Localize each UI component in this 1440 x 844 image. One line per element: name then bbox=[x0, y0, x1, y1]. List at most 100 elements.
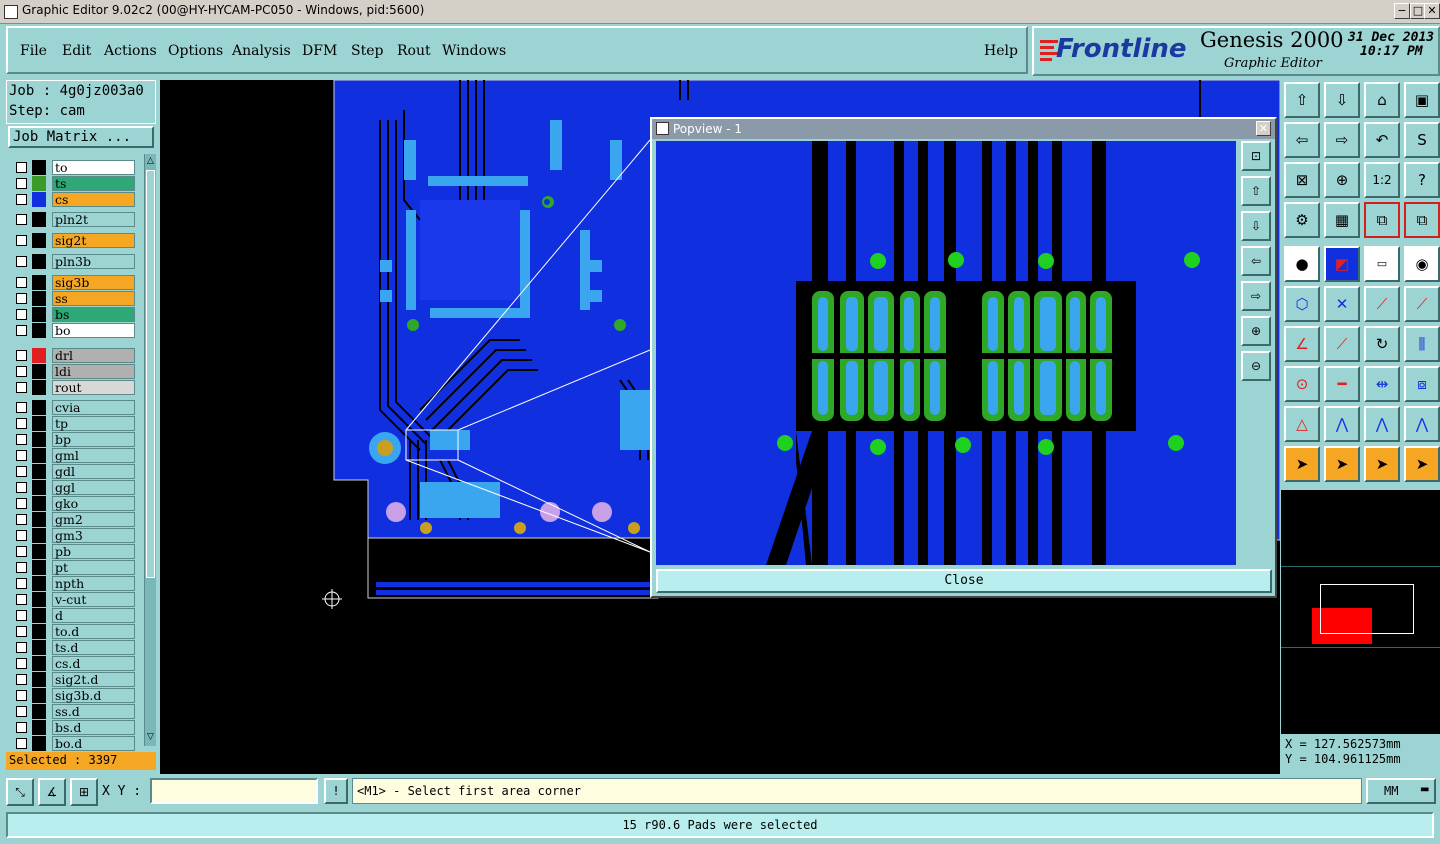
layer-color-swatch[interactable] bbox=[32, 480, 46, 495]
layer-row-gko[interactable]: gko bbox=[14, 496, 136, 511]
layer-checkbox[interactable] bbox=[16, 690, 27, 701]
undo-view-icon[interactable]: ↶ bbox=[1364, 122, 1400, 158]
layer-color-swatch[interactable] bbox=[32, 672, 46, 687]
layer-row-pln3b[interactable]: pln3b bbox=[14, 254, 136, 269]
layer-name[interactable]: ss.d bbox=[52, 704, 135, 719]
layer-color-swatch[interactable] bbox=[32, 192, 46, 207]
units-select[interactable]: MM ▬ bbox=[1366, 778, 1436, 804]
layer-checkbox[interactable] bbox=[16, 562, 27, 573]
layer-checkbox[interactable] bbox=[16, 578, 27, 589]
layer-checkbox[interactable] bbox=[16, 546, 27, 557]
pv-zoom-in-icon[interactable]: ⊕ bbox=[1241, 316, 1271, 346]
layer-color-swatch[interactable] bbox=[32, 512, 46, 527]
scroll-down-icon[interactable]: ▽ bbox=[145, 732, 156, 742]
layer-color-swatch[interactable] bbox=[32, 560, 46, 575]
layer-row-npth[interactable]: npth bbox=[14, 576, 136, 591]
layer-row-cs.d[interactable]: cs.d bbox=[14, 656, 136, 671]
line-split-icon[interactable]: ━ bbox=[1324, 366, 1360, 402]
stretch-icon[interactable]: ⇹ bbox=[1364, 366, 1400, 402]
layer-row-drl[interactable]: drl bbox=[14, 348, 136, 363]
close-window-button[interactable]: ✕ bbox=[1424, 3, 1440, 19]
menu-rout[interactable]: Rout bbox=[397, 43, 431, 59]
layer-color-swatch[interactable] bbox=[32, 640, 46, 655]
layer-color-swatch[interactable] bbox=[32, 656, 46, 671]
layer-checkbox[interactable] bbox=[16, 674, 27, 685]
layer-row-d[interactable]: d bbox=[14, 608, 136, 623]
layer-name[interactable]: gml bbox=[52, 448, 135, 463]
triangle-vertex-icon[interactable]: ⋀ bbox=[1324, 406, 1360, 442]
pan-left-icon[interactable]: ⇦ bbox=[1284, 122, 1320, 158]
select-net-icon[interactable]: ➤ bbox=[1404, 446, 1440, 482]
mirror-icon[interactable]: ⫼ bbox=[1404, 326, 1440, 362]
layer-checkbox[interactable] bbox=[16, 214, 27, 225]
layer-row-gm3[interactable]: gm3 bbox=[14, 528, 136, 543]
layer-checkbox[interactable] bbox=[16, 325, 27, 336]
layer-color-swatch[interactable] bbox=[32, 496, 46, 511]
xy-input[interactable] bbox=[150, 778, 318, 804]
layer-color-swatch[interactable] bbox=[32, 736, 46, 751]
layer-row-bs.d[interactable]: bs.d bbox=[14, 720, 136, 735]
layer-name[interactable]: cvia bbox=[52, 400, 135, 415]
layer-checkbox[interactable] bbox=[16, 722, 27, 733]
pv-zoom-out-icon[interactable]: ⊖ bbox=[1241, 351, 1271, 381]
layer-checkbox[interactable] bbox=[16, 418, 27, 429]
menu-dfm[interactable]: DFM bbox=[302, 43, 337, 59]
alert-icon[interactable]: ! bbox=[324, 778, 348, 804]
layer-color-swatch[interactable] bbox=[32, 688, 46, 703]
snap-tool-icon[interactable]: ⚙ bbox=[1284, 202, 1320, 238]
layer-row-bs[interactable]: bs bbox=[14, 307, 136, 322]
layer-color-swatch[interactable] bbox=[32, 720, 46, 735]
layer-checkbox[interactable] bbox=[16, 498, 27, 509]
layer-row-gml[interactable]: gml bbox=[14, 448, 136, 463]
overview-map[interactable] bbox=[1281, 490, 1440, 734]
step-up-icon[interactable]: ⇧ bbox=[1284, 82, 1320, 118]
layer-color-swatch[interactable] bbox=[32, 307, 46, 322]
layer-name[interactable]: d bbox=[52, 608, 135, 623]
step-down-icon[interactable]: ⇩ bbox=[1324, 82, 1360, 118]
layer-name[interactable]: gm2 bbox=[52, 512, 135, 527]
layer-name[interactable]: ss bbox=[52, 291, 135, 306]
layer-name[interactable]: cs.d bbox=[52, 656, 135, 671]
group-icon[interactable]: ⧇ bbox=[1404, 366, 1440, 402]
layer-checkbox[interactable] bbox=[16, 256, 27, 267]
layer-name[interactable]: to bbox=[52, 160, 135, 175]
layer-color-swatch[interactable] bbox=[32, 576, 46, 591]
layer-name[interactable]: rout bbox=[52, 380, 135, 395]
layer-checkbox[interactable] bbox=[16, 309, 27, 320]
layer-color-swatch[interactable] bbox=[32, 432, 46, 447]
layer-checkbox[interactable] bbox=[16, 482, 27, 493]
layer-row-rout[interactable]: rout bbox=[14, 380, 136, 395]
layer-checkbox[interactable] bbox=[16, 658, 27, 669]
circle-select-icon[interactable]: ◉ bbox=[1404, 246, 1440, 282]
select-polygon-icon[interactable]: ➤ bbox=[1364, 446, 1400, 482]
pv-pan-left-icon[interactable]: ⇦ bbox=[1241, 246, 1271, 276]
layer-name[interactable]: gko bbox=[52, 496, 135, 511]
layer-row-sig2t[interactable]: sig2t bbox=[14, 233, 136, 248]
line-draw-icon[interactable]: ⟋ bbox=[1364, 286, 1400, 322]
job-matrix-button[interactable]: Job Matrix ... bbox=[8, 126, 154, 148]
menu-analysis[interactable]: Analysis bbox=[232, 43, 291, 59]
zoom-fit-icon[interactable]: ⊠ bbox=[1284, 162, 1320, 198]
layer-checkbox[interactable] bbox=[16, 642, 27, 653]
layer-align-icon[interactable]: ⧉ bbox=[1364, 202, 1400, 238]
menu-edit[interactable]: Edit bbox=[62, 43, 91, 59]
layer-row-pt[interactable]: pt bbox=[14, 560, 136, 575]
layer-name[interactable]: sig2t.d bbox=[52, 672, 135, 687]
layer-name[interactable]: cs bbox=[52, 192, 135, 207]
grid-icon[interactable]: ▦ bbox=[1324, 202, 1360, 238]
delete-cross-icon[interactable]: ✕ bbox=[1324, 286, 1360, 322]
pv-pan-down-icon[interactable]: ⇩ bbox=[1241, 211, 1271, 241]
scroll-thumb[interactable] bbox=[146, 170, 155, 578]
layer-checkbox[interactable] bbox=[16, 610, 27, 621]
layer-name[interactable]: sig3b bbox=[52, 275, 135, 290]
layer-scrollbar[interactable]: △ ▽ bbox=[144, 154, 156, 746]
layer-name[interactable]: sig3b.d bbox=[52, 688, 135, 703]
layer-row-gm2[interactable]: gm2 bbox=[14, 512, 136, 527]
pan-right-icon[interactable]: ⇨ bbox=[1324, 122, 1360, 158]
layer-color-swatch[interactable] bbox=[32, 380, 46, 395]
help-query-icon[interactable]: ? bbox=[1404, 162, 1440, 198]
layer-name[interactable]: ldi bbox=[52, 364, 135, 379]
minimize-button[interactable]: − bbox=[1394, 3, 1410, 19]
select-pointer-icon[interactable]: ➤ bbox=[1284, 446, 1320, 482]
zoom-area-icon[interactable]: ⊕ bbox=[1324, 162, 1360, 198]
